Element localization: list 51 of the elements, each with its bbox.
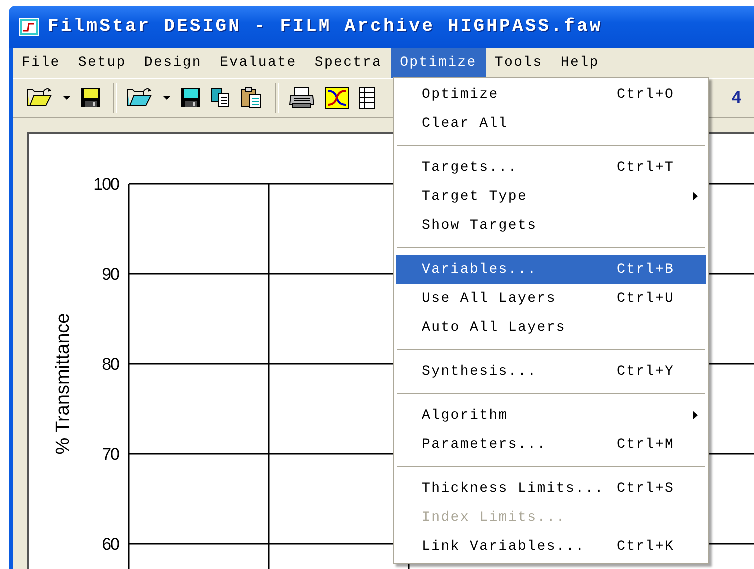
shortcut-label: Ctrl+K — [617, 538, 675, 554]
axis-tick-label: 90 — [102, 265, 119, 284]
app-icon — [19, 18, 39, 36]
open-folder-icon[interactable] — [127, 88, 153, 108]
shortcut-label: Ctrl+M — [617, 436, 675, 452]
paste-icon[interactable] — [241, 87, 263, 109]
shortcut-label: Ctrl+B — [617, 262, 675, 278]
menu-item[interactable]: Target Type — [396, 182, 706, 211]
menu-item[interactable]: Spectra — [306, 48, 392, 78]
dropdown-caret-icon[interactable] — [63, 95, 71, 101]
printer-icon[interactable] — [289, 87, 315, 109]
shortcut-label: Ctrl+U — [617, 290, 675, 306]
menu-item[interactable]: Use All Layers Ctrl+U — [396, 284, 706, 313]
menu-item[interactable]: Tools — [486, 48, 552, 78]
submenu-arrow-icon — [693, 192, 698, 201]
menu-item[interactable]: Auto All Layers — [396, 313, 706, 342]
open-folder-icon[interactable] — [27, 88, 53, 108]
shortcut-label: Ctrl+T — [617, 160, 675, 176]
copy-icon[interactable] — [211, 88, 231, 108]
shortcut-label: Ctrl+Y — [617, 364, 675, 380]
menu-item[interactable]: File — [13, 48, 70, 78]
toolbar-label: 4 — [732, 88, 742, 108]
menu-item[interactable]: Optimize Ctrl+O — [396, 80, 706, 109]
shortcut-label: Ctrl+S — [617, 480, 675, 496]
axis-tick-label: 70 — [102, 445, 119, 464]
menu-item[interactable]: Design — [135, 48, 212, 78]
menu-item[interactable]: Evaluate — [211, 48, 306, 78]
axis-tick-label: 80 — [102, 355, 119, 374]
submenu-arrow-icon — [693, 411, 698, 420]
menu-item[interactable]: Thickness Limits... Ctrl+S — [396, 474, 706, 503]
shortcut-label: Ctrl+O — [617, 86, 675, 102]
graph-icon[interactable] — [325, 87, 349, 109]
table-icon[interactable] — [359, 87, 375, 109]
menu-item[interactable]: Algorithm — [396, 401, 706, 430]
menu-item[interactable]: Help — [552, 48, 608, 78]
axis-tick-label: 60 — [102, 535, 119, 554]
axis-title: % Transmittance — [53, 313, 74, 455]
save-icon[interactable] — [181, 88, 201, 108]
menu-item[interactable]: Targets... Ctrl+T — [396, 153, 706, 182]
menu-item[interactable]: Link Variables... Ctrl+K — [396, 532, 706, 561]
dropdown-caret-icon[interactable] — [163, 95, 171, 101]
save-icon[interactable] — [81, 88, 101, 108]
menu-item[interactable]: Setup — [69, 48, 136, 78]
axis-tick-label: 100 — [94, 175, 119, 194]
menu-item[interactable]: Clear All — [396, 109, 706, 138]
menu-item[interactable]: Parameters... Ctrl+M — [396, 430, 706, 459]
menu-item[interactable]: Show Targets — [396, 211, 706, 240]
menu-item[interactable]: Optimize — [391, 48, 486, 78]
window-title: FilmStar DESIGN - FILM Archive HIGHPASS.faw — [48, 17, 603, 37]
menu-item[interactable]: Synthesis... Ctrl+Y — [396, 357, 706, 386]
menu-item[interactable]: Variables... Ctrl+B — [396, 255, 706, 284]
